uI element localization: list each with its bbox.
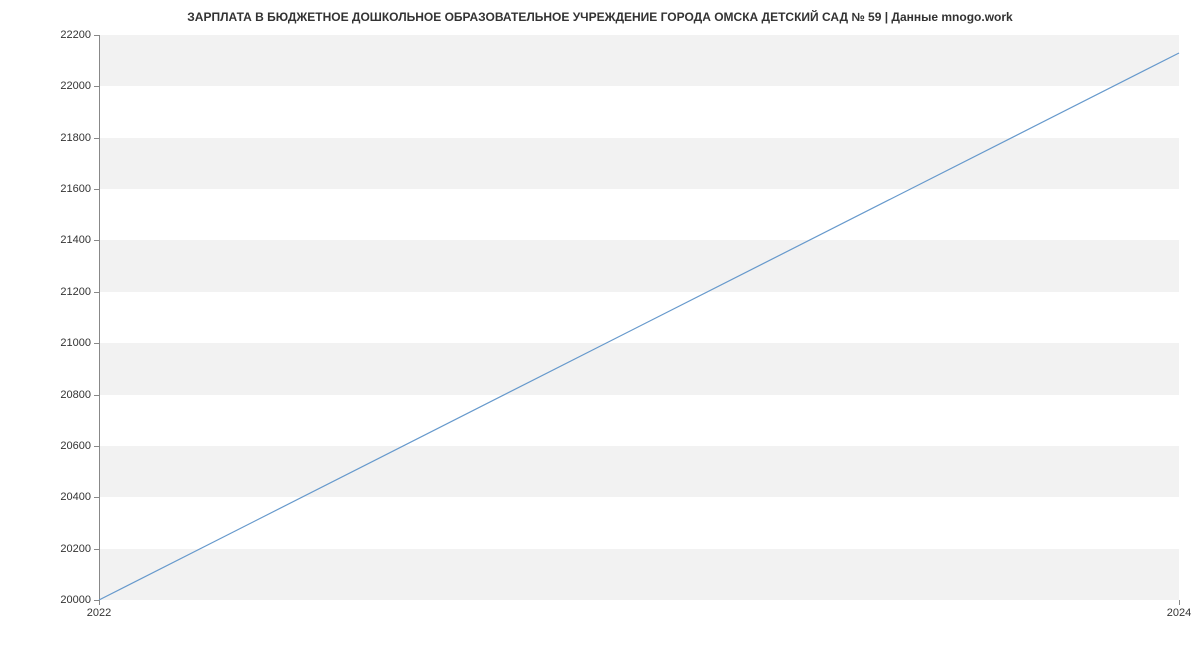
y-tick-mark <box>94 86 99 87</box>
y-tick-mark <box>94 395 99 396</box>
x-tick-mark <box>1179 600 1180 605</box>
y-tick-mark <box>94 189 99 190</box>
y-tick-label: 21600 <box>41 183 91 195</box>
data-line <box>99 53 1179 600</box>
x-tick-label: 2024 <box>1167 607 1191 619</box>
y-tick-label: 21000 <box>41 337 91 349</box>
y-tick-label: 20200 <box>41 543 91 555</box>
y-tick-mark <box>94 138 99 139</box>
y-tick-label: 21200 <box>41 286 91 298</box>
y-tick-label: 21800 <box>41 132 91 144</box>
chart-line-svg <box>99 35 1179 600</box>
y-tick-mark <box>94 240 99 241</box>
chart-container: 2000020200204002060020800210002120021400… <box>99 35 1179 600</box>
y-tick-mark <box>94 549 99 550</box>
y-tick-mark <box>94 446 99 447</box>
y-tick-mark <box>94 343 99 344</box>
y-tick-label: 20000 <box>41 594 91 606</box>
x-tick-label: 2022 <box>87 607 111 619</box>
y-tick-mark <box>94 292 99 293</box>
y-tick-label: 20800 <box>41 389 91 401</box>
y-tick-mark <box>94 497 99 498</box>
y-tick-label: 22200 <box>41 29 91 41</box>
x-tick-mark <box>99 600 100 605</box>
y-tick-label: 20600 <box>41 440 91 452</box>
chart-title: ЗАРПЛАТА В БЮДЖЕТНОЕ ДОШКОЛЬНОЕ ОБРАЗОВА… <box>0 0 1200 29</box>
y-tick-mark <box>94 35 99 36</box>
y-tick-label: 21400 <box>41 234 91 246</box>
y-tick-label: 20400 <box>41 491 91 503</box>
y-tick-label: 22000 <box>41 80 91 92</box>
